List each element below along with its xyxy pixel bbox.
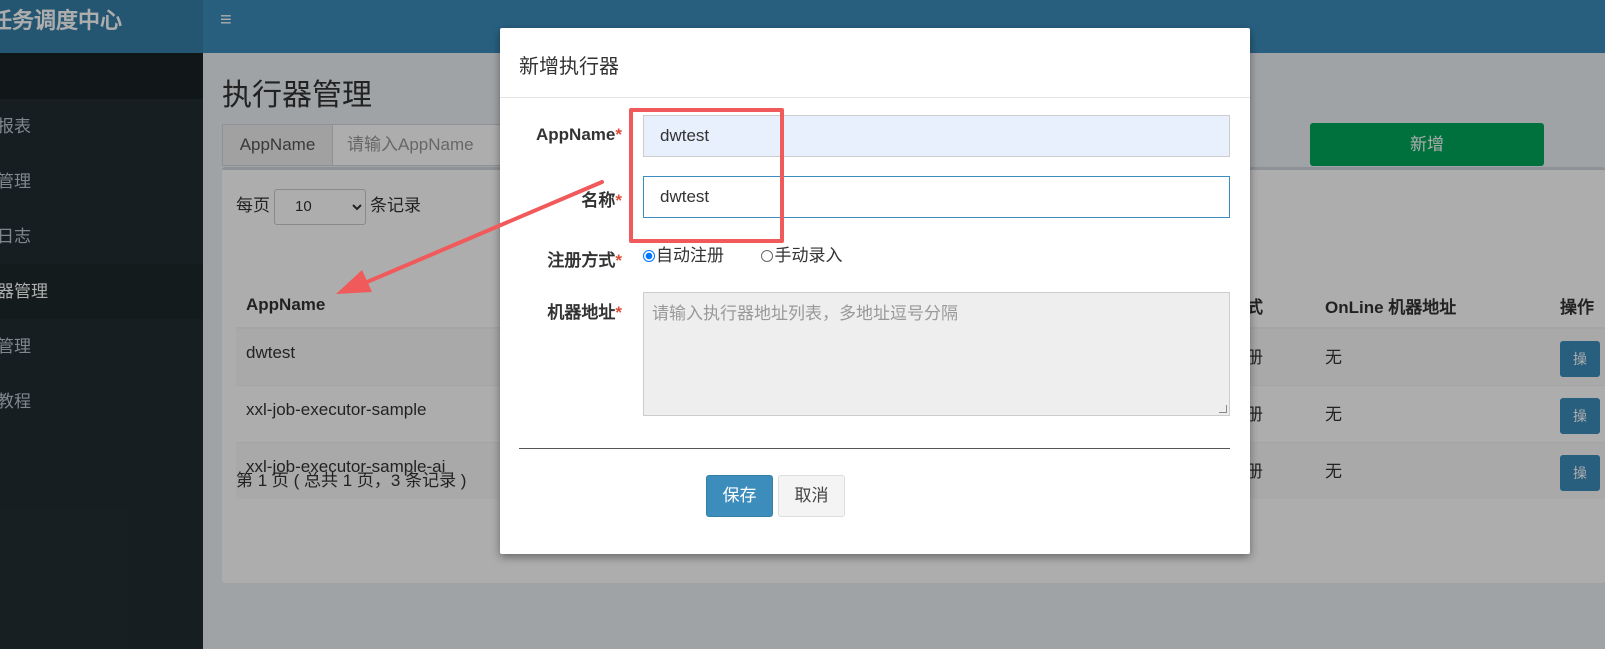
auto-register-label[interactable]: 自动注册	[656, 246, 724, 265]
address-textarea[interactable]: 请输入执行器地址列表，多地址逗号分隔	[643, 292, 1230, 416]
reg-type-label: 注册方式*	[547, 251, 622, 270]
appname-label: AppName*	[536, 125, 622, 144]
name-label: 名称*	[581, 191, 622, 210]
resize-handle-icon[interactable]	[1219, 405, 1227, 413]
save-button[interactable]: 保存	[706, 475, 773, 517]
auto-register-radio[interactable]	[643, 250, 655, 262]
address-label: 机器地址*	[547, 303, 622, 322]
reg-type-options: 自动注册 手动录入	[643, 241, 842, 266]
manual-register-radio[interactable]	[761, 250, 774, 262]
manual-register-label[interactable]: 手动录入	[774, 246, 842, 265]
add-executor-modal: 新增执行器 AppName* dwtest 名称* dwtest 注册方式* 自…	[500, 28, 1250, 554]
form-divider	[519, 448, 1230, 449]
cancel-button[interactable]: 取消	[778, 475, 845, 517]
annotation-highlight-box	[629, 108, 784, 243]
modal-title: 新增执行器	[500, 28, 1250, 98]
